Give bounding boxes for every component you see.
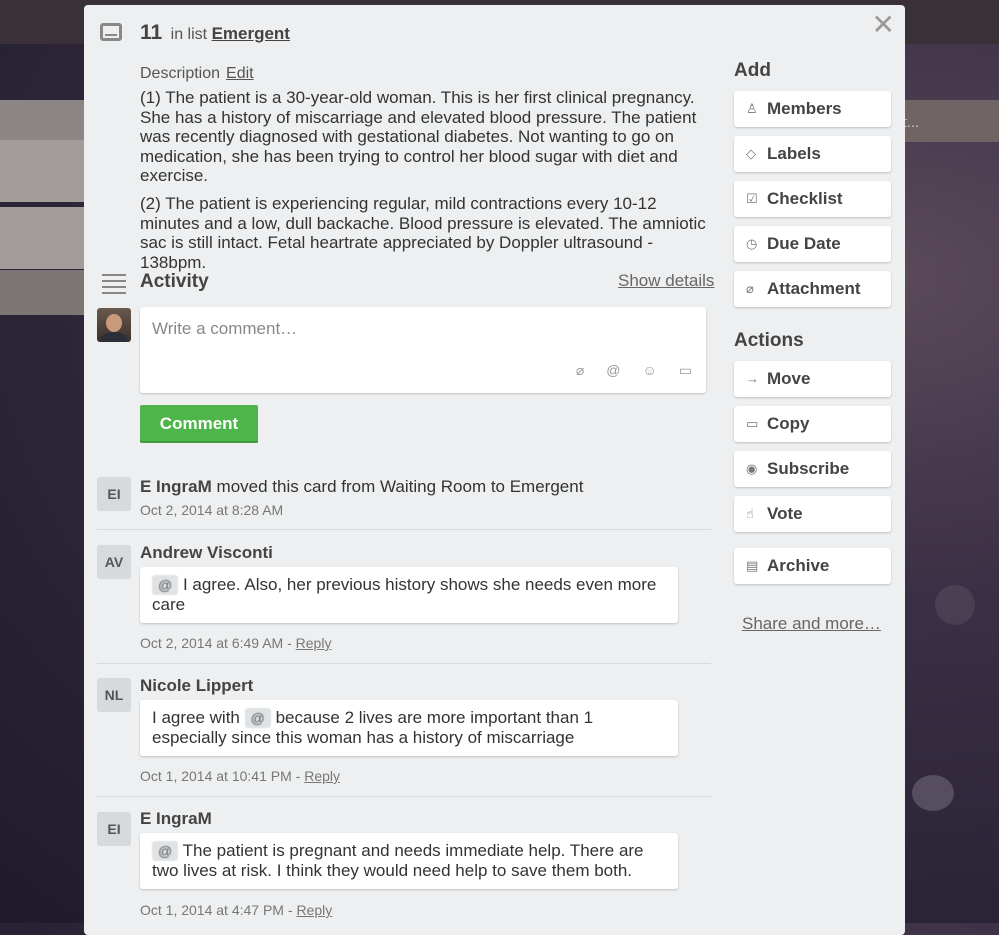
- board-lane: [0, 140, 90, 202]
- tag-icon: ◇: [746, 146, 756, 161]
- board-lane: [0, 100, 90, 140]
- list-link[interactable]: Emergent: [212, 24, 290, 43]
- archive-icon: ▤: [746, 558, 759, 573]
- board-lane: [0, 207, 90, 269]
- comment-button[interactable]: Comment: [140, 405, 258, 443]
- description-paragraph: (2) The patient is experiencing regular,…: [140, 193, 706, 272]
- timestamp[interactable]: Oct 2, 2014 at 8:28 AM: [140, 502, 283, 518]
- bokeh-light: [935, 585, 975, 625]
- comment-input[interactable]: Write a comment… ⌀ @ ☺ ▭: [140, 307, 706, 393]
- due-date-button[interactable]: ◷ Due Date: [734, 226, 891, 262]
- member-name[interactable]: Nicole Lippert: [140, 676, 253, 696]
- emoji-icon[interactable]: ☺: [642, 362, 656, 379]
- mention-chip[interactable]: @: [152, 575, 179, 595]
- bokeh-light: [912, 775, 954, 811]
- member-name[interactable]: E IngraM: [140, 477, 212, 496]
- member-initials[interactable]: AV: [97, 545, 131, 579]
- timestamp: Oct 2, 2014 at 6:49 AM - Reply: [140, 635, 332, 651]
- attachment-button[interactable]: ⌀ Attachment: [734, 271, 891, 307]
- description-edit-link[interactable]: Edit: [226, 65, 254, 82]
- labels-button[interactable]: ◇ Labels: [734, 136, 891, 172]
- comment-bubble: I agree with @ because 2 lives are more …: [140, 700, 678, 756]
- card-icon: ▭: [746, 416, 759, 431]
- members-button[interactable]: ♙ Members: [734, 91, 891, 127]
- copy-button[interactable]: ▭ Copy: [734, 406, 891, 442]
- member-initials[interactable]: EI: [97, 477, 131, 511]
- person-icon: ♙: [746, 101, 758, 116]
- actions-section-title: Actions: [734, 330, 804, 351]
- in-list-text: in list: [170, 26, 208, 43]
- reply-link[interactable]: Reply: [304, 768, 340, 784]
- comment-placeholder: Write a comment…: [152, 319, 298, 338]
- subscribe-button[interactable]: ◉ Subscribe: [734, 451, 891, 487]
- activity-action: moved this card from Waiting Room to Eme…: [216, 477, 584, 496]
- comment-bubble: @ The patient is pregnant and needs imme…: [140, 833, 678, 889]
- activity-title: Activity: [140, 271, 209, 292]
- card-header: 11 in list Emergent: [140, 21, 290, 45]
- mention-icon[interactable]: @: [606, 362, 620, 379]
- close-icon[interactable]: ✕: [872, 11, 895, 39]
- mention-chip[interactable]: @: [152, 841, 179, 861]
- board-list-right[interactable]: st...: [895, 100, 999, 142]
- eye-icon: ◉: [746, 461, 758, 476]
- avatar: [97, 308, 131, 342]
- vote-button[interactable]: ☝ Vote: [734, 496, 891, 532]
- comment-text: I agree. Also, her previous history show…: [152, 575, 657, 614]
- move-button[interactable]: → Move: [734, 361, 891, 397]
- divider: [97, 663, 711, 664]
- divider: [97, 796, 711, 797]
- card-icon[interactable]: ▭: [679, 362, 692, 379]
- comment-text: The patient is pregnant and needs immedi…: [152, 841, 644, 880]
- member-initials[interactable]: EI: [97, 812, 131, 846]
- mention-chip[interactable]: @: [244, 708, 271, 728]
- comment-text: I agree with: [152, 708, 240, 727]
- member-name[interactable]: E IngraM: [140, 809, 212, 829]
- description-text: (1) The patient is a 30-year-old woman. …: [140, 88, 706, 280]
- archive-button[interactable]: ▤ Archive: [734, 548, 891, 584]
- checkbox-icon: ☑: [746, 191, 758, 206]
- timestamp: Oct 1, 2014 at 4:47 PM - Reply: [140, 902, 333, 918]
- thumbs-up-icon: ☝: [746, 506, 754, 521]
- board-lane: [0, 270, 90, 315]
- card-icon: [100, 23, 122, 41]
- card-detail-modal: ✕ 11 in list Emergent Description Edit (1…: [84, 5, 905, 935]
- checklist-button[interactable]: ☑ Checklist: [734, 181, 891, 217]
- arrow-right-icon: →: [746, 371, 759, 386]
- share-and-more-link[interactable]: Share and more…: [742, 614, 881, 634]
- show-details-link[interactable]: Show details: [618, 271, 714, 291]
- member-initials[interactable]: NL: [97, 678, 131, 712]
- reply-link[interactable]: Reply: [296, 902, 332, 918]
- description-paragraph: (1) The patient is a 30-year-old woman. …: [140, 88, 697, 186]
- reply-link[interactable]: Reply: [296, 635, 332, 651]
- member-name[interactable]: Andrew Visconti: [140, 543, 273, 563]
- add-section-title: Add: [734, 60, 771, 81]
- clock-icon: ◷: [746, 236, 758, 251]
- divider: [97, 529, 711, 530]
- comment-bubble: @ I agree. Also, her previous history sh…: [140, 567, 678, 623]
- activity-list-icon: [102, 270, 126, 298]
- card-number: 11: [140, 21, 163, 44]
- paperclip-icon: ⌀: [746, 281, 754, 296]
- description-label: Description Edit: [140, 65, 254, 82]
- activity-line: E IngraM moved this card from Waiting Ro…: [140, 477, 583, 497]
- timestamp: Oct 1, 2014 at 10:41 PM - Reply: [140, 768, 341, 784]
- attachment-icon[interactable]: ⌀: [576, 362, 584, 379]
